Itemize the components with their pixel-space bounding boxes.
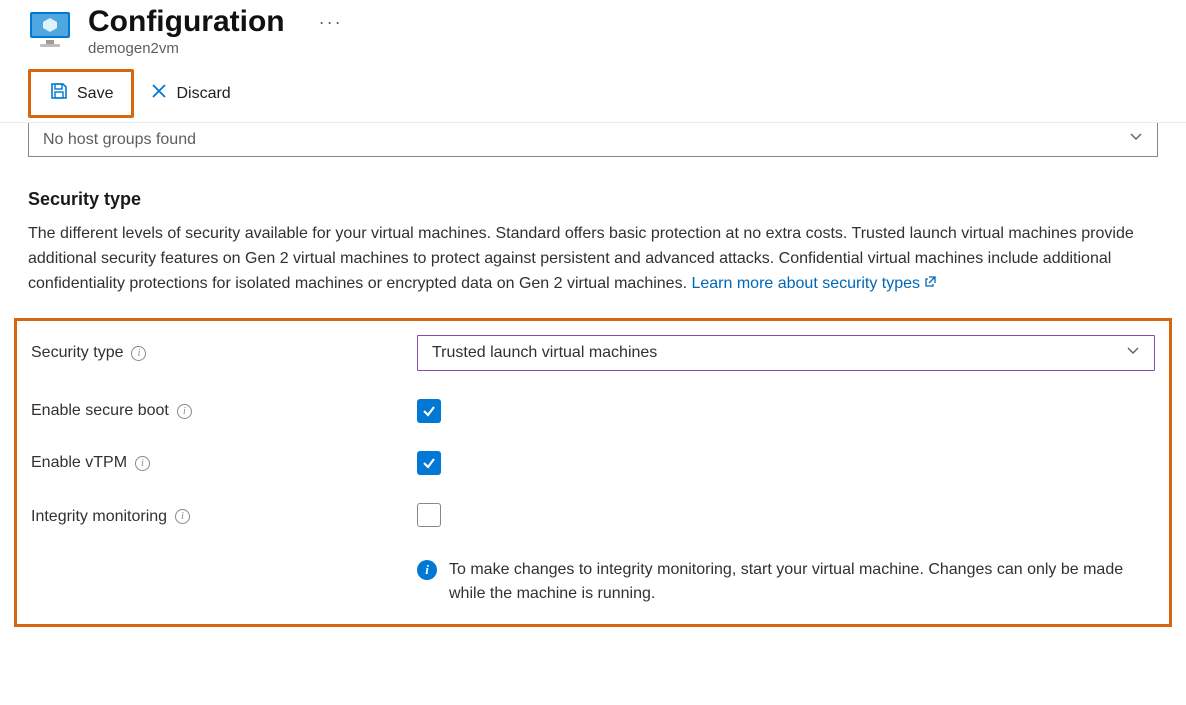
vtpm-row: Enable vTPM i: [31, 451, 1155, 475]
security-type-value: Trusted launch virtual machines: [432, 344, 657, 362]
section-title: Security type: [28, 189, 1158, 210]
info-icon[interactable]: i: [177, 404, 192, 419]
secure-boot-label: Enable secure boot: [31, 402, 169, 420]
save-icon: [49, 81, 69, 106]
integrity-label: Integrity monitoring: [31, 508, 167, 526]
security-type-row: Security type i Trusted launch virtual m…: [31, 335, 1155, 371]
section-description: The different levels of security availab…: [28, 222, 1148, 296]
info-filled-icon: i: [417, 560, 437, 580]
security-type-label: Security type: [31, 344, 123, 362]
learn-more-link[interactable]: Learn more about security types: [691, 275, 937, 292]
discard-label: Discard: [176, 85, 230, 103]
close-icon: [150, 82, 168, 105]
info-icon[interactable]: i: [131, 346, 146, 361]
integrity-note: i To make changes to integrity monitorin…: [417, 558, 1137, 606]
info-icon[interactable]: i: [175, 509, 190, 524]
integrity-note-text: To make changes to integrity monitoring,…: [449, 558, 1137, 606]
vtpm-checkbox[interactable]: [417, 451, 441, 475]
integrity-checkbox[interactable]: [417, 503, 441, 527]
host-group-dropdown[interactable]: No host groups found: [28, 123, 1158, 157]
security-type-select[interactable]: Trusted launch virtual machines: [417, 335, 1155, 371]
external-link-icon: [924, 275, 937, 292]
vtpm-label: Enable vTPM: [31, 454, 127, 472]
page-header: Configuration ··· demogen2vm: [0, 0, 1186, 57]
security-type-section: Security type The different levels of se…: [0, 157, 1186, 296]
info-icon[interactable]: i: [135, 456, 150, 471]
page-title: Configuration: [88, 4, 285, 40]
security-form-highlight: Security type i Trusted launch virtual m…: [14, 318, 1172, 627]
save-highlight-box: Save: [28, 69, 134, 118]
save-label: Save: [77, 85, 113, 103]
host-group-value: No host groups found: [43, 131, 196, 149]
vm-icon: [28, 10, 72, 53]
chevron-down-icon: [1129, 130, 1143, 149]
command-bar: Save Discard: [0, 69, 1186, 118]
resource-name: demogen2vm: [88, 40, 349, 57]
save-button[interactable]: Save: [39, 75, 123, 112]
secure-boot-checkbox[interactable]: [417, 399, 441, 423]
integrity-row: Integrity monitoring i: [31, 503, 1155, 530]
chevron-down-icon: [1126, 344, 1140, 363]
discard-button[interactable]: Discard: [140, 76, 240, 111]
secure-boot-row: Enable secure boot i: [31, 399, 1155, 423]
more-actions-button[interactable]: ···: [313, 12, 349, 33]
